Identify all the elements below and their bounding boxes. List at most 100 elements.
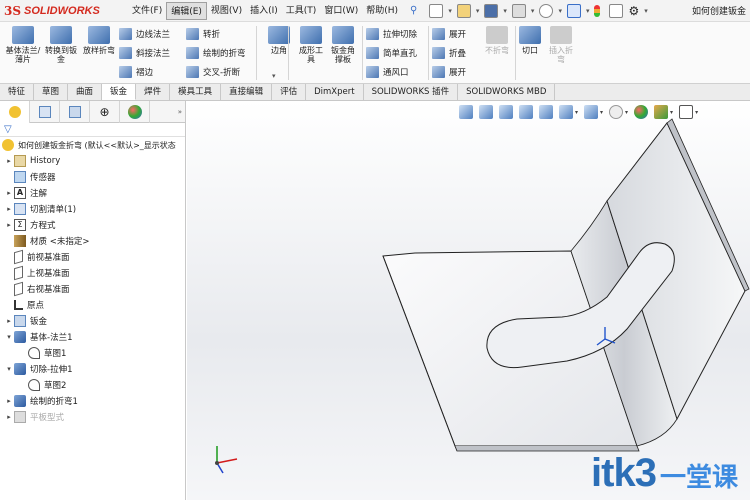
sheet-metal-gusset-button[interactable]: 钣金角撑板	[324, 26, 362, 64]
new-dropdown-icon[interactable]: ▾	[448, 7, 452, 15]
options-dropdown-icon[interactable]: ▾	[644, 7, 648, 15]
tree-item[interactable]: ▸ 钣金	[0, 313, 185, 329]
tree-item[interactable]: ▾ 切除-拉伸1	[0, 361, 185, 377]
tree-item[interactable]: ▸ 绘制的折弯1	[0, 393, 185, 409]
command-tab[interactable]: 焊件	[136, 84, 171, 100]
collapse-arrow-icon[interactable]: ▾	[4, 365, 14, 373]
expand-arrow-icon[interactable]: ▸	[4, 413, 14, 421]
tree-item[interactable]: 草图1	[0, 345, 185, 361]
insert-bends-button[interactable]: 插入折弯	[544, 26, 578, 64]
tree-item[interactable]: ▸ History	[0, 153, 185, 169]
cross-break-button[interactable]: 交叉-折断	[186, 64, 240, 80]
ribbon-separator	[515, 26, 516, 80]
filter-funnel-icon[interactable]: ▽	[0, 123, 185, 137]
sheet-metal-part-model[interactable]	[187, 101, 750, 500]
file-properties-icon[interactable]	[609, 3, 624, 18]
convert-to-sheet-metal-button[interactable]: 转换到钣金	[42, 26, 80, 64]
select-cursor-icon[interactable]	[566, 3, 581, 18]
tree-root[interactable]: 如何创建钣金折弯 (默认<<默认>_显示状态	[0, 137, 185, 153]
tree-item[interactable]: ▸ 平板型式	[0, 409, 185, 425]
graphics-area[interactable]: ▾ ▾ ▾ ▾ ▾ itk3 一堂课	[187, 101, 750, 500]
options-gear-icon[interactable]: ⚙	[628, 4, 639, 18]
save-dropdown-icon[interactable]: ▾	[503, 7, 507, 15]
rebuild-traffic-light-icon[interactable]	[594, 4, 601, 17]
pin-icon[interactable]: ⚲	[410, 5, 417, 16]
solidworks-logo[interactable]: 3S SOLIDWORKS	[0, 0, 128, 22]
convert-to-sheet-metal-label: 转换到钣金	[45, 46, 77, 64]
command-tab[interactable]: SOLIDWORKS MBD	[458, 84, 556, 100]
tree-item[interactable]: 前视基准面	[0, 249, 185, 265]
collapse-arrow-icon[interactable]: ▾	[4, 333, 14, 341]
menu-item[interactable]: 帮助(H)	[362, 2, 402, 20]
display-manager-icon	[127, 105, 142, 119]
feature-manager-tab[interactable]	[0, 101, 30, 123]
tree-item[interactable]: 传感器	[0, 169, 185, 185]
command-tab[interactable]: 模具工具	[170, 84, 222, 100]
menu-item[interactable]: 工具(T)	[282, 2, 321, 20]
edge-flange-button[interactable]: 边线法兰	[119, 26, 170, 42]
tree-item-label: 草图1	[44, 349, 67, 359]
tree-item[interactable]: ▸ Σ 方程式	[0, 217, 185, 233]
display-manager-tab[interactable]	[120, 101, 150, 123]
jog-button[interactable]: 转折	[186, 26, 220, 42]
tree-item[interactable]: 右视基准面	[0, 281, 185, 297]
sketched-bend-button[interactable]: 绘制的折弯	[186, 45, 246, 61]
menu-item[interactable]: 视图(V)	[207, 2, 246, 20]
rip-button[interactable]: 切口	[517, 26, 543, 55]
simple-hole-button[interactable]: 简单直孔	[366, 45, 417, 61]
base-flange-button[interactable]: 基体法兰/薄片	[4, 26, 42, 64]
print-dropdown-icon[interactable]: ▾	[531, 7, 535, 15]
tree-item[interactable]: 上视基准面	[0, 265, 185, 281]
tree-item[interactable]: ▸ A 注解	[0, 185, 185, 201]
menu-item[interactable]: 编辑(E)	[166, 1, 207, 20]
command-tab[interactable]: SOLIDWORKS 插件	[364, 84, 459, 100]
menu-item[interactable]: 插入(I)	[246, 2, 282, 20]
menu-item[interactable]: 文件(F)	[128, 2, 166, 20]
flatten-button[interactable]: 展开	[432, 64, 466, 80]
command-tab[interactable]: 曲面	[68, 84, 103, 100]
select-dropdown-icon[interactable]: ▾	[586, 7, 590, 15]
undo-icon[interactable]	[539, 3, 554, 18]
undo-dropdown-icon[interactable]: ▾	[558, 7, 562, 15]
vent-button[interactable]: 通风口	[366, 64, 409, 80]
command-tab[interactable]: 直接编辑	[221, 84, 273, 100]
tree-item[interactable]: ▸ 切割清单(1)	[0, 201, 185, 217]
command-tab[interactable]: 钣金	[102, 84, 137, 100]
command-tab[interactable]: 草图	[34, 84, 69, 100]
hem-button[interactable]: 褶边	[119, 64, 153, 80]
dimxpert-manager-tab[interactable]: ⊕	[90, 101, 120, 123]
miter-flange-button[interactable]: 斜接法兰	[119, 45, 170, 61]
extruded-cut-button[interactable]: 拉伸切除	[366, 26, 417, 42]
command-tab[interactable]: 特征	[0, 84, 35, 100]
tree-item[interactable]: 原点	[0, 297, 185, 313]
menu-item[interactable]: 窗口(W)	[320, 2, 362, 20]
save-icon[interactable]	[484, 3, 499, 18]
configuration-manager-tab[interactable]	[60, 101, 90, 123]
tree-root-label: 如何创建钣金折弯 (默认<<默认>_显示状态	[18, 140, 176, 150]
tree-item[interactable]: 草图2	[0, 377, 185, 393]
command-tab[interactable]: 评估	[272, 84, 307, 100]
command-tab[interactable]: DimXpert	[306, 84, 364, 100]
lofted-bend-button[interactable]: 放样折弯	[80, 26, 118, 55]
property-manager-tab[interactable]	[30, 101, 60, 123]
open-dropdown-icon[interactable]: ▾	[476, 7, 480, 15]
expand-arrow-icon[interactable]: ▸	[4, 189, 14, 197]
open-folder-icon[interactable]	[456, 3, 471, 18]
expand-arrow-icon[interactable]: ▸	[4, 397, 14, 405]
no-bends-button[interactable]: 不折弯	[478, 26, 516, 55]
configuration-manager-icon	[68, 106, 81, 118]
panel-expand-icon[interactable]: »	[178, 101, 185, 122]
new-document-icon[interactable]	[429, 3, 444, 18]
tree-item[interactable]: ▾ 基体-法兰1	[0, 329, 185, 345]
command-manager-tabs: 特征 草图 曲面 钣金 焊件 模具工具 直接编辑 评估 DimXpert SOLIDWORKS 插…	[0, 84, 750, 101]
tree-item[interactable]: 材质 <未指定>	[0, 233, 185, 249]
expand-arrow-icon[interactable]: ▸	[4, 317, 14, 325]
corners-dropdown-icon[interactable]: ▾	[272, 72, 276, 80]
unfold-button[interactable]: 展开	[432, 26, 466, 42]
expand-arrow-icon[interactable]: ▸	[4, 221, 14, 229]
fold-button[interactable]: 折叠	[432, 45, 466, 61]
expand-arrow-icon[interactable]: ▸	[4, 205, 14, 213]
tree-item-label: 切除-拉伸1	[30, 365, 73, 375]
print-icon[interactable]	[511, 3, 526, 18]
expand-arrow-icon[interactable]: ▸	[4, 157, 14, 165]
